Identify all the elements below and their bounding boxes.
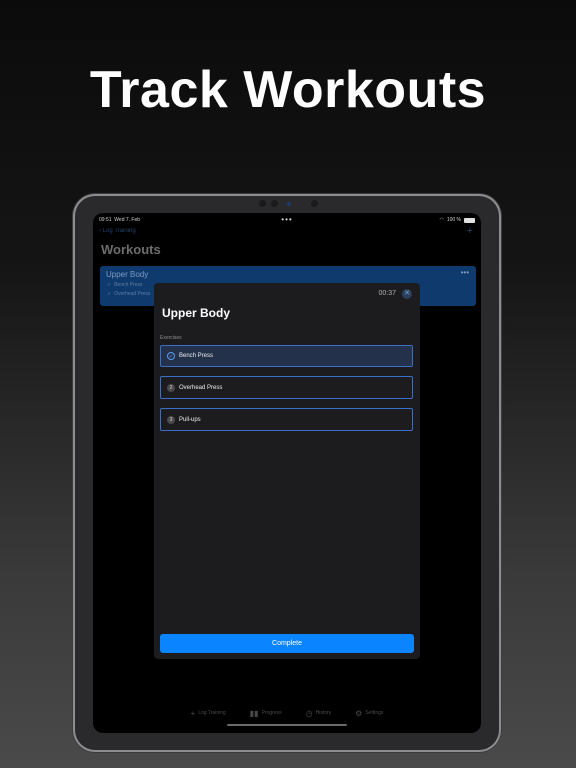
exercise-name: Pull-ups [179,416,201,423]
workout-card-row-label: Bench Press [114,282,143,288]
complete-button[interactable]: Complete [160,634,414,653]
close-icon[interactable]: ✕ [402,289,412,299]
exercise-name: Bench Press [179,353,214,359]
modal-title: Upper Body [162,306,231,320]
wifi-icon: ◠ [439,217,444,223]
exercise-name: Overhead Press [179,384,223,391]
tab-label: Progress [261,710,282,716]
exercise-item-overhead-press[interactable]: 2 Overhead Press [160,376,413,399]
exercise-item-bench-press[interactable]: ✓ Bench Press [160,345,413,367]
workout-card-row-label: Overhead Press [114,291,151,297]
plus-icon: + [190,708,196,718]
check-circle-icon: ✓ [167,352,175,360]
tab-progress[interactable]: ▮▮ Progress [250,707,282,719]
back-label: Log Training [102,228,136,234]
back-button[interactable]: ‹ Log Training [99,228,136,234]
page-title: Workouts [101,242,161,257]
tab-label: Log Training [198,710,226,716]
exercises-section-label: Exercises [160,335,182,341]
device-volume-up-button [499,234,502,256]
session-timer: 00:37 [378,290,396,297]
workout-card-row: ✓ Bench Press [107,282,143,288]
more-icon[interactable]: ••• [461,268,469,277]
bar-chart-icon: ▮▮ [249,708,259,718]
battery-percent: 100 % [446,217,461,223]
tab-settings[interactable]: ⚙ Settings [355,707,383,719]
workout-card-title: Upper Body [106,270,149,279]
workout-session-modal: 00:37 ✕ Upper Body Exercises ✓ Bench Pre… [154,283,420,659]
battery-icon [464,217,475,223]
tab-history[interactable]: ◷ History [306,707,332,719]
status-time-date: 09:51 Wed 7. Feb [99,217,141,223]
workout-card-row: ✓ Overhead Press [107,291,150,297]
status-right: ◠ 100 % [439,217,475,223]
check-icon: ✓ [107,291,112,297]
camera-lens [287,202,291,206]
device-volume-down-button [499,260,502,282]
check-icon: ✓ [107,282,112,288]
headline: Track Workouts [89,61,487,119]
camera-dot [311,200,318,207]
tablet-device: 09:51 Wed 7. Feb ••• ◠ 100 % ‹ Log Train… [75,196,499,750]
exercise-item-pull-ups[interactable]: 3 Pull-ups [160,408,413,431]
chevron-left-icon: ‹ [99,228,101,234]
tab-label: History [315,710,332,716]
add-workout-icon[interactable]: + [467,225,473,237]
tab-label: Settings [365,710,384,716]
exercise-number-badge: 3 [167,415,175,424]
tab-log-training[interactable]: + Log Training [191,707,226,719]
clock-icon: ◷ [305,708,313,718]
exercise-number-badge: 2 [167,383,175,392]
gear-icon: ⚙ [355,708,363,718]
camera-dot [271,200,278,207]
camera-dot [259,200,266,207]
multitasking-dots-icon[interactable]: ••• [281,215,292,224]
device-screen: 09:51 Wed 7. Feb ••• ◠ 100 % ‹ Log Train… [93,213,481,733]
status-bar: 09:51 Wed 7. Feb ••• ◠ 100 % [99,215,475,226]
home-indicator[interactable] [227,724,347,726]
tab-bar: + Log Training ▮▮ Progress ◷ History ⚙ S… [93,707,481,719]
